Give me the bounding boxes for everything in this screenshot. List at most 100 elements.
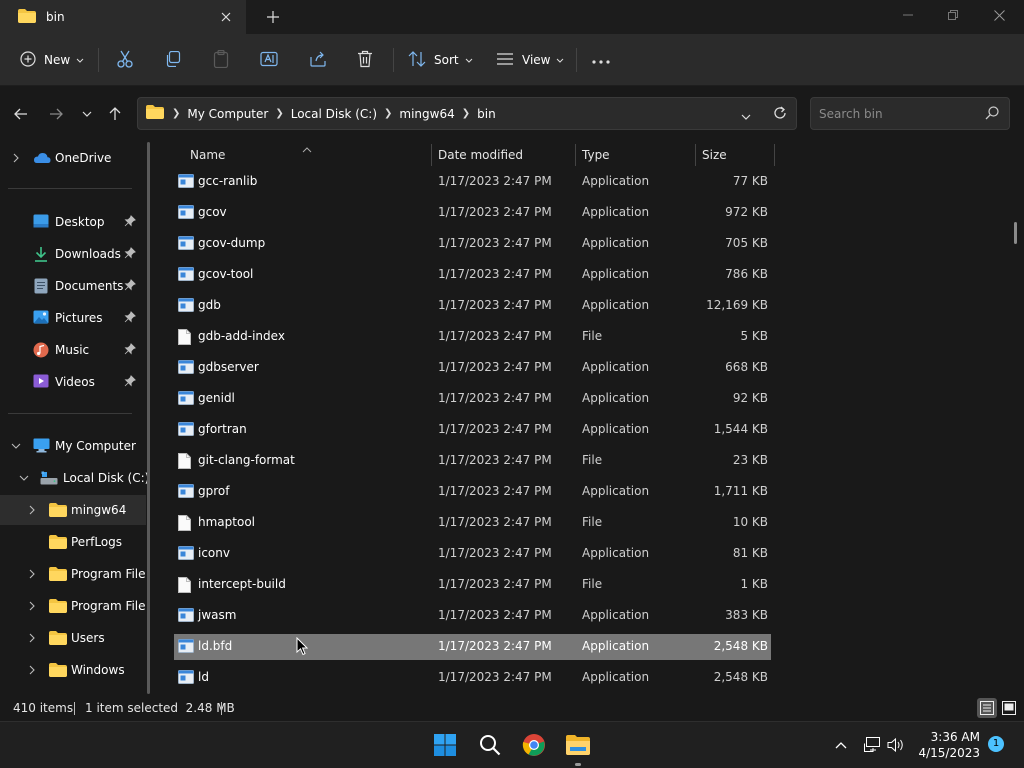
sort-button[interactable]: Sort — [408, 47, 473, 73]
sidebar-item-pictures[interactable]: Pictures — [0, 303, 146, 333]
breadcrumb-chevron-icon[interactable]: ❯ — [384, 108, 392, 119]
column-header-type[interactable]: Type — [582, 142, 610, 168]
sidebar-item-users[interactable]: Users — [0, 623, 146, 653]
chevron-down-icon[interactable] — [19, 473, 29, 483]
address-bar[interactable]: ❯ My Computer ❯ Local Disk (C:) ❯ mingw6… — [137, 97, 797, 130]
file-row[interactable]: gcov 1/17/2023 2:47 PM Application 972 K… — [174, 200, 771, 226]
sidebar-scrollbar[interactable] — [147, 142, 150, 694]
chevron-right-icon[interactable] — [27, 601, 37, 611]
refresh-icon[interactable] — [773, 106, 787, 123]
file-row[interactable]: genidl 1/17/2023 2:47 PM Application 92 … — [174, 386, 771, 412]
breadcrumb-chevron-icon[interactable]: ❯ — [275, 108, 283, 119]
file-explorer-icon[interactable] — [564, 731, 592, 759]
file-row[interactable]: hmaptool 1/17/2023 2:47 PM File 10 KB — [174, 510, 771, 536]
file-row[interactable]: gcov-dump 1/17/2023 2:47 PM Application … — [174, 231, 771, 257]
delete-button[interactable] — [357, 47, 373, 73]
new-button[interactable]: New — [20, 47, 84, 73]
minimize-icon[interactable] — [885, 0, 931, 30]
sidebar-item-music[interactable]: Music — [0, 335, 146, 365]
column-header-name[interactable]: Name — [190, 142, 225, 168]
pin-icon[interactable] — [124, 215, 136, 230]
sidebar-item-program-files[interactable]: Program File — [0, 559, 146, 589]
close-window-icon[interactable] — [976, 0, 1022, 30]
more-button[interactable] — [592, 47, 610, 73]
back-arrow-icon[interactable] — [11, 104, 31, 124]
column-divider[interactable] — [695, 144, 696, 166]
pin-icon[interactable] — [124, 343, 136, 358]
sidebar-item-perflogs[interactable]: PerfLogs — [0, 527, 146, 557]
file-row[interactable]: gprof 1/17/2023 2:47 PM Application 1,71… — [174, 479, 771, 505]
breadcrumb-my-computer[interactable]: My Computer — [187, 107, 268, 121]
cut-button[interactable] — [117, 47, 133, 73]
chevron-right-icon[interactable] — [27, 665, 37, 675]
pin-icon[interactable] — [124, 279, 136, 294]
sidebar-item-windows[interactable]: Windows — [0, 655, 146, 685]
maximize-icon[interactable] — [930, 0, 976, 30]
plus-icon[interactable] — [262, 6, 284, 28]
system-clock[interactable]: 3:36 AM 4/15/2023 — [910, 729, 980, 761]
recent-locations-chevron-icon[interactable] — [77, 104, 97, 124]
breadcrumb-local-disk[interactable]: Local Disk (C:) — [291, 107, 377, 121]
column-divider[interactable] — [774, 144, 775, 166]
search-icon[interactable] — [985, 106, 999, 123]
sidebar-item-documents[interactable]: Documents — [0, 271, 146, 301]
file-row[interactable]: jwasm 1/17/2023 2:47 PM Application 383 … — [174, 603, 771, 629]
chevron-right-icon[interactable] — [11, 153, 21, 163]
up-arrow-icon[interactable] — [105, 104, 125, 124]
file-row[interactable]: intercept-build 1/17/2023 2:47 PM File 1… — [174, 572, 771, 598]
breadcrumb-mingw64[interactable]: mingw64 — [399, 107, 454, 121]
file-row[interactable]: gdbserver 1/17/2023 2:47 PM Application … — [174, 355, 771, 381]
sidebar-item-program-files-x86[interactable]: Program File — [0, 591, 146, 621]
pin-icon[interactable] — [124, 311, 136, 326]
file-row[interactable]: ld.bfd 1/17/2023 2:47 PM Application 2,5… — [174, 634, 771, 660]
search-input[interactable] — [819, 104, 979, 124]
chevron-right-icon[interactable] — [27, 633, 37, 643]
close-tab-icon[interactable] — [216, 7, 236, 27]
file-row[interactable]: gcov-tool 1/17/2023 2:47 PM Application … — [174, 262, 771, 288]
show-hidden-icons-chevron-icon[interactable] — [832, 736, 850, 754]
details-view-icon[interactable] — [977, 698, 997, 718]
tiles-view-icon[interactable] — [999, 698, 1019, 718]
column-divider[interactable] — [431, 144, 432, 166]
forward-arrow-icon[interactable] — [46, 104, 66, 124]
file-row[interactable]: git-clang-format 1/17/2023 2:47 PM File … — [174, 448, 771, 474]
search-box[interactable] — [810, 97, 1010, 130]
file-row[interactable]: iconv 1/17/2023 2:47 PM Application 81 K… — [174, 541, 771, 567]
pin-icon[interactable] — [124, 247, 136, 262]
copy-button[interactable] — [165, 47, 181, 73]
sidebar-item-onedrive[interactable]: OneDrive — [0, 143, 146, 173]
tab-bin[interactable]: bin — [0, 0, 246, 34]
rename-button[interactable] — [260, 47, 278, 73]
windows-start-icon[interactable] — [431, 731, 459, 759]
chevron-right-icon[interactable] — [27, 505, 37, 515]
share-button[interactable] — [309, 47, 327, 73]
sidebar-item-downloads[interactable]: Downloads — [0, 239, 146, 269]
sidebar-item-local-disk[interactable]: Local Disk (C:) — [0, 463, 149, 493]
search-icon[interactable] — [476, 731, 504, 759]
chevron-down-icon[interactable] — [11, 441, 21, 451]
view-button[interactable]: View — [496, 47, 564, 73]
file-row[interactable]: gfortran 1/17/2023 2:47 PM Application 1… — [174, 417, 771, 443]
file-row[interactable]: gdb-add-index 1/17/2023 2:47 PM File 5 K… — [174, 324, 771, 350]
column-header-size[interactable]: Size — [702, 142, 727, 168]
file-list-scrollbar[interactable] — [1014, 222, 1017, 244]
address-history-chevron-icon[interactable] — [741, 109, 751, 123]
pin-icon[interactable] — [124, 375, 136, 390]
column-header-date[interactable]: Date modified — [438, 142, 523, 168]
column-divider[interactable] — [575, 144, 576, 166]
chevron-right-icon[interactable] — [27, 569, 37, 579]
sidebar-item-desktop[interactable]: Desktop — [0, 207, 146, 237]
file-row[interactable]: ld 1/17/2023 2:47 PM Application 2,548 K… — [174, 665, 771, 691]
file-row[interactable]: gdb 1/17/2023 2:47 PM Application 12,169… — [174, 293, 771, 319]
sidebar-item-my-computer[interactable]: My Computer — [0, 431, 146, 461]
volume-icon[interactable] — [887, 736, 905, 754]
sidebar-item-videos[interactable]: Videos — [0, 367, 146, 397]
notification-badge[interactable]: 1 — [988, 736, 1004, 752]
chrome-icon[interactable] — [520, 731, 548, 759]
file-row[interactable]: gcc-ranlib 1/17/2023 2:47 PM Application… — [174, 169, 771, 195]
network-icon[interactable] — [863, 736, 881, 754]
breadcrumb-bin[interactable]: bin — [477, 107, 496, 121]
breadcrumb-chevron-icon[interactable]: ❯ — [462, 108, 470, 119]
sidebar-item-mingw64[interactable]: mingw64 — [0, 495, 146, 525]
paste-button[interactable] — [213, 47, 229, 73]
